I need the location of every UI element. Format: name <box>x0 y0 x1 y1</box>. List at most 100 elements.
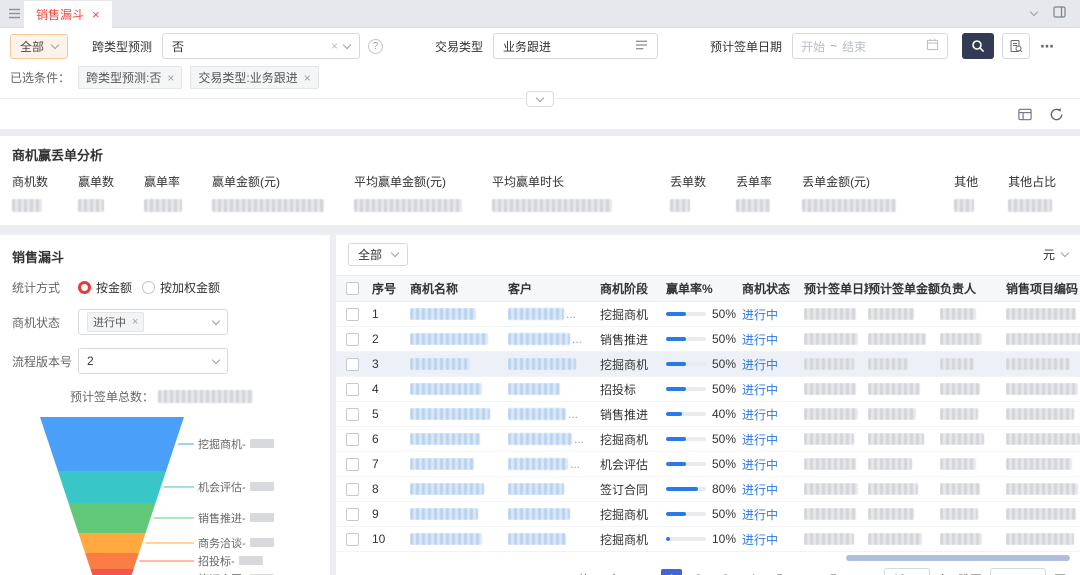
redacted-customer[interactable] <box>508 308 564 320</box>
search-button[interactable] <box>962 33 994 59</box>
redacted-customer[interactable] <box>508 533 566 545</box>
last-page-button[interactable]: » <box>866 572 875 575</box>
column-header[interactable]: 赢单率% <box>666 280 742 297</box>
status-link[interactable]: 进行中 <box>742 381 804 398</box>
row-checkbox[interactable] <box>346 533 359 546</box>
redacted-customer[interactable] <box>508 458 568 470</box>
funnel-stage[interactable] <box>58 471 166 503</box>
redacted-opportunity-name[interactable] <box>410 408 490 420</box>
filter-tag[interactable]: 交易类型:业务跟进× <box>190 66 318 89</box>
list-picker-icon[interactable] <box>635 39 648 54</box>
redacted-customer[interactable] <box>508 333 570 345</box>
row-checkbox[interactable] <box>346 433 359 446</box>
status-link[interactable]: 进行中 <box>742 456 804 473</box>
column-header[interactable]: 负责人 <box>940 280 1006 297</box>
column-header[interactable]: 商机状态 <box>742 280 804 297</box>
table-row[interactable]: 10挖掘商机10%进行中 <box>336 527 1080 552</box>
column-settings-icon[interactable] <box>1058 283 1070 295</box>
funnel-stage[interactable] <box>69 503 156 533</box>
funnel-stage[interactable] <box>85 553 139 569</box>
page-button[interactable]: 7 <box>823 569 844 575</box>
row-checkbox[interactable] <box>346 383 359 396</box>
status-link[interactable]: 进行中 <box>742 431 804 448</box>
status-link[interactable]: 进行中 <box>742 306 804 323</box>
table-row[interactable]: 6...挖掘商机50%进行中 <box>336 427 1080 452</box>
table-scope-select[interactable]: 全部 <box>348 243 408 266</box>
process-version-select[interactable]: 2 <box>78 348 228 374</box>
row-checkbox[interactable] <box>346 483 359 496</box>
redacted-customer[interactable] <box>508 483 564 495</box>
radio-by-amount[interactable] <box>78 281 91 294</box>
page-button[interactable]: 2 <box>688 569 709 575</box>
page-button[interactable]: 1 <box>661 569 682 575</box>
status-link[interactable]: 进行中 <box>742 406 804 423</box>
status-link[interactable]: 进行中 <box>742 481 804 498</box>
table-row[interactable]: 3挖掘商机50%进行中 <box>336 352 1080 377</box>
filter-tag[interactable]: 跨类型预测:否× <box>78 66 182 89</box>
redacted-opportunity-name[interactable] <box>410 533 482 545</box>
tab-sales-funnel[interactable]: 销售漏斗 × <box>24 1 112 28</box>
chevron-down-icon[interactable] <box>1030 8 1038 16</box>
row-checkbox[interactable] <box>346 333 359 346</box>
table-row[interactable]: 1...挖掘商机50%进行中 <box>336 302 1080 327</box>
radio-by-amount-label[interactable]: 按金额 <box>96 279 132 296</box>
page-size-select[interactable]: 10 <box>884 568 930 575</box>
column-header[interactable]: 预计签单日期 <box>804 280 868 297</box>
column-header[interactable]: 序号 <box>372 280 410 297</box>
row-checkbox[interactable] <box>346 458 359 471</box>
row-checkbox[interactable] <box>346 358 359 371</box>
column-header[interactable]: 客户 <box>508 280 600 297</box>
scope-all-button[interactable]: 全部 <box>10 34 68 59</box>
table-row[interactable]: 5...销售推进40%进行中 <box>336 402 1080 427</box>
collapse-filter-button[interactable] <box>526 91 554 107</box>
opportunity-status-select[interactable]: 进行中× <box>78 309 228 335</box>
radio-by-weighted-amount-label[interactable]: 按加权金额 <box>160 279 220 296</box>
help-icon[interactable]: ? <box>368 39 383 54</box>
redacted-opportunity-name[interactable] <box>410 433 480 445</box>
clear-icon[interactable]: × <box>331 40 338 52</box>
redacted-opportunity-name[interactable] <box>410 333 488 345</box>
remove-tag-icon[interactable]: × <box>132 317 138 328</box>
row-checkbox[interactable] <box>346 408 359 421</box>
page-button[interactable]: 4 <box>742 569 763 575</box>
funnel-stage[interactable] <box>90 569 133 575</box>
redacted-customer[interactable] <box>508 508 570 520</box>
table-row[interactable]: 8签订合同80%进行中 <box>336 477 1080 502</box>
status-link[interactable]: 进行中 <box>742 531 804 548</box>
next-page-button[interactable]: › <box>852 572 858 575</box>
column-header[interactable]: 商机阶段 <box>600 280 666 297</box>
radio-by-weighted-amount[interactable] <box>142 281 155 294</box>
funnel-stage[interactable] <box>40 417 184 471</box>
redacted-opportunity-name[interactable] <box>410 458 474 470</box>
status-link[interactable]: 进行中 <box>742 356 804 373</box>
first-page-button[interactable]: « <box>629 572 638 575</box>
horizontal-scrollbar[interactable] <box>346 555 1070 561</box>
remove-tag-icon[interactable]: × <box>167 72 174 84</box>
remove-tag-icon[interactable]: × <box>304 72 311 84</box>
funnel-stage[interactable] <box>78 533 145 553</box>
refresh-icon[interactable] <box>1049 107 1064 122</box>
redacted-opportunity-name[interactable] <box>410 383 482 395</box>
column-header[interactable]: 预计签单金额 <box>868 280 940 297</box>
board-config-icon[interactable] <box>1017 107 1033 122</box>
tab-close-icon[interactable]: × <box>92 8 100 21</box>
select-all-checkbox[interactable] <box>346 282 359 295</box>
row-checkbox[interactable] <box>346 308 359 321</box>
table-row[interactable]: 9挖掘商机50%进行中 <box>336 502 1080 527</box>
advanced-search-button[interactable] <box>1002 33 1030 59</box>
column-header[interactable]: 商机名称 <box>410 280 508 297</box>
panel-layout-icon[interactable] <box>1053 6 1066 21</box>
menu-icon[interactable] <box>4 8 24 19</box>
table-row[interactable]: 2...销售推进50%进行中 <box>336 327 1080 352</box>
table-row[interactable]: 4招投标50%进行中 <box>336 377 1080 402</box>
currency-unit-select[interactable]: 元 <box>1043 246 1068 263</box>
page-button[interactable]: 5 <box>769 569 790 575</box>
prev-page-button[interactable]: ‹ <box>647 572 653 575</box>
jump-page-input[interactable] <box>990 568 1046 575</box>
redacted-customer[interactable] <box>508 358 576 370</box>
status-link[interactable]: 进行中 <box>742 506 804 523</box>
redacted-customer[interactable] <box>508 383 560 395</box>
redacted-customer[interactable] <box>508 408 566 420</box>
page-button[interactable]: 3 <box>715 569 736 575</box>
trade-type-select[interactable]: 业务跟进 <box>493 33 658 59</box>
